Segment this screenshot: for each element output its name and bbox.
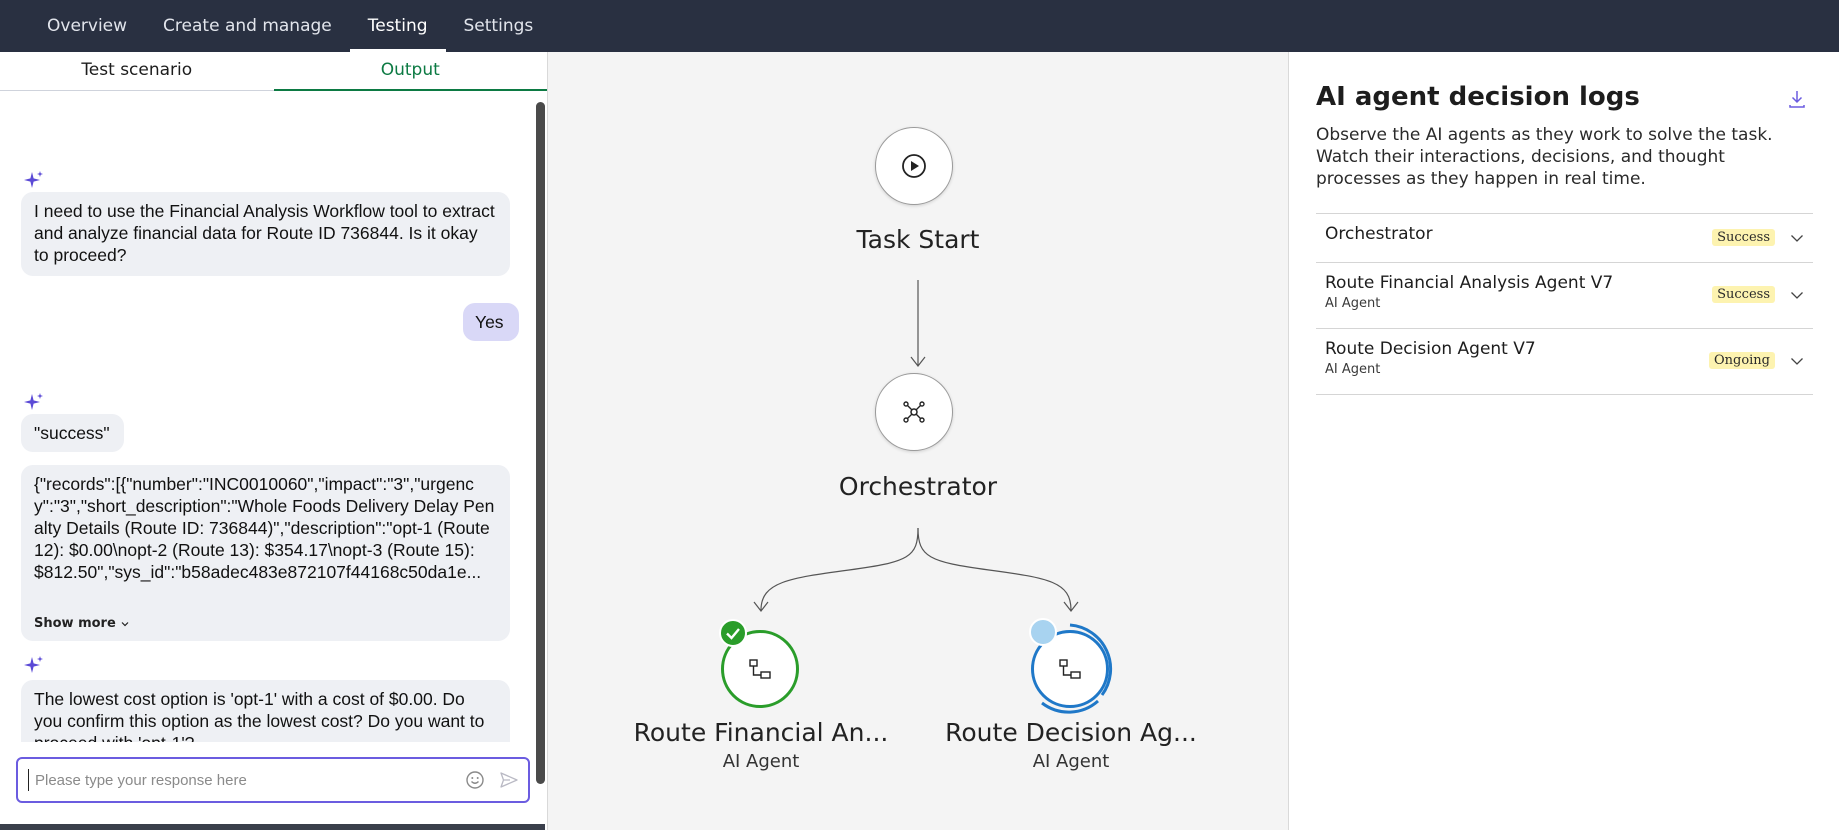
orchestrator-label: Orchestrator (838, 472, 998, 501)
workflow-icon (749, 659, 771, 679)
ai-message: I need to use the Financial Analysis Wor… (21, 192, 510, 276)
tab-create-and-manage[interactable]: Create and manage (145, 0, 350, 52)
task-start-label: Task Start (856, 225, 980, 254)
log-row-financial-agent[interactable]: Route Financial Analysis Agent V7 AI Age… (1316, 263, 1813, 329)
top-nav: Overview Create and manage Testing Setti… (0, 0, 1839, 52)
play-circle-icon (902, 154, 926, 178)
user-message: Yes (463, 303, 519, 341)
tab-settings[interactable]: Settings (446, 0, 552, 52)
ai-message-records: {"records":[{"number":"INC0010060","impa… (21, 465, 510, 641)
response-input[interactable] (28, 769, 448, 791)
ai-sparkle-icon (23, 170, 45, 192)
chevron-down-icon (121, 622, 129, 627)
agent-financial-label: Route Financial An... (633, 718, 889, 747)
chevron-down-icon[interactable] (1790, 354, 1804, 368)
ai-sparkle-icon (23, 392, 45, 414)
status-badge: Success (1712, 286, 1775, 303)
chat-panel: Test scenario Output I need to use the F… (0, 52, 548, 830)
decision-logs-description: Observe the AI agents as they work to so… (1316, 125, 1773, 189)
tab-overview[interactable]: Overview (29, 0, 145, 52)
chat-scrollbar-thumb[interactable] (536, 102, 545, 784)
decision-logs-title: AI agent decision logs (1316, 82, 1640, 112)
ai-message-text: "success" (34, 423, 110, 443)
show-more-button[interactable]: Show more (34, 613, 497, 635)
tab-test-scenario[interactable]: Test scenario (0, 52, 274, 90)
workflow-canvas: Task Start Orchestrator Route Financial … (549, 52, 1288, 830)
status-badge: Ongoing (1708, 352, 1775, 369)
user-message-text: Yes (475, 312, 504, 332)
chevron-down-icon[interactable] (1790, 231, 1804, 245)
status-badge: Success (1712, 229, 1775, 246)
response-input-box (16, 757, 530, 803)
panel-bottom-bar (0, 824, 545, 830)
log-row-decision-agent[interactable]: Route Decision Agent V7 AI Agent Ongoing (1316, 329, 1813, 395)
agent-financial-sublabel: AI Agent (722, 751, 800, 772)
agent-decision-sublabel: AI Agent (1032, 751, 1110, 772)
chat-subtabs: Test scenario Output (0, 52, 547, 91)
decision-logs-panel: AI agent decision logs Observe the AI ag… (1288, 52, 1839, 830)
ongoing-status-dot-icon (1029, 618, 1057, 646)
chat-messages: I need to use the Financial Analysis Wor… (0, 92, 533, 742)
send-icon[interactable] (499, 770, 519, 790)
log-list: Orchestrator Success Route Financial Ana… (1316, 213, 1813, 395)
emoji-icon[interactable] (465, 770, 485, 790)
task-start-node[interactable] (875, 127, 953, 205)
ai-message: The lowest cost option is 'opt-1' with a… (21, 680, 510, 742)
log-row-orchestrator[interactable]: Orchestrator Success (1316, 214, 1813, 263)
agent-decision-label: Route Decision Ag... (945, 718, 1197, 747)
download-icon[interactable] (1786, 88, 1808, 110)
ai-sparkle-icon (23, 655, 45, 677)
orchestrator-network-icon (903, 401, 925, 423)
ai-message-text: I need to use the Financial Analysis Wor… (34, 201, 495, 265)
ai-message-text: The lowest cost option is 'opt-1' with a… (34, 689, 485, 742)
show-more-label: Show more (34, 616, 116, 631)
chat-scrollbar[interactable] (536, 102, 545, 784)
records-text: {"records":[{"number":"INC0010060","impa… (34, 474, 495, 582)
orchestrator-node[interactable] (875, 373, 953, 451)
tab-testing[interactable]: Testing (349, 0, 446, 52)
tab-output[interactable]: Output (273, 52, 548, 91)
ai-message: "success" (21, 414, 124, 452)
chevron-down-icon[interactable] (1790, 288, 1804, 302)
success-check-icon (719, 619, 747, 647)
